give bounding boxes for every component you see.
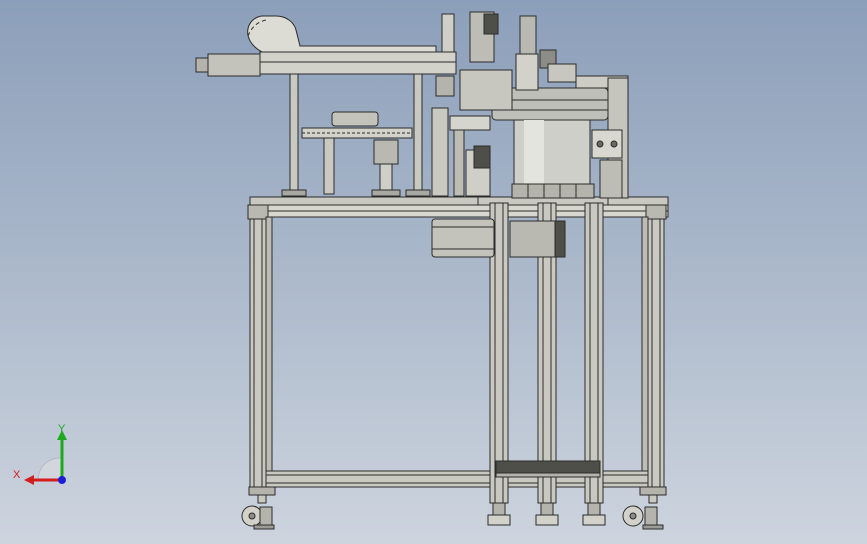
machine-assembly-model[interactable] xyxy=(0,0,867,544)
center-support-column[interactable] xyxy=(431,107,491,197)
caster-right[interactable] xyxy=(622,486,667,530)
frame-leg-left[interactable] xyxy=(247,204,269,488)
orientation-triad: Y X xyxy=(13,423,67,485)
z-axis-dot xyxy=(58,476,66,484)
frame-leg-right[interactable] xyxy=(645,204,667,488)
leveling-feet[interactable] xyxy=(487,502,606,526)
cable-drag-chain[interactable] xyxy=(247,15,437,53)
x-axis-label: X xyxy=(13,469,21,481)
cad-viewport[interactable]: Y X xyxy=(0,0,867,544)
work-tray-fixture[interactable] xyxy=(301,111,413,197)
y-axis-label: Y xyxy=(58,423,66,435)
frame-inner-post-right xyxy=(641,216,649,488)
caster-left[interactable] xyxy=(241,486,276,530)
frame-inner-post-left xyxy=(265,216,273,488)
